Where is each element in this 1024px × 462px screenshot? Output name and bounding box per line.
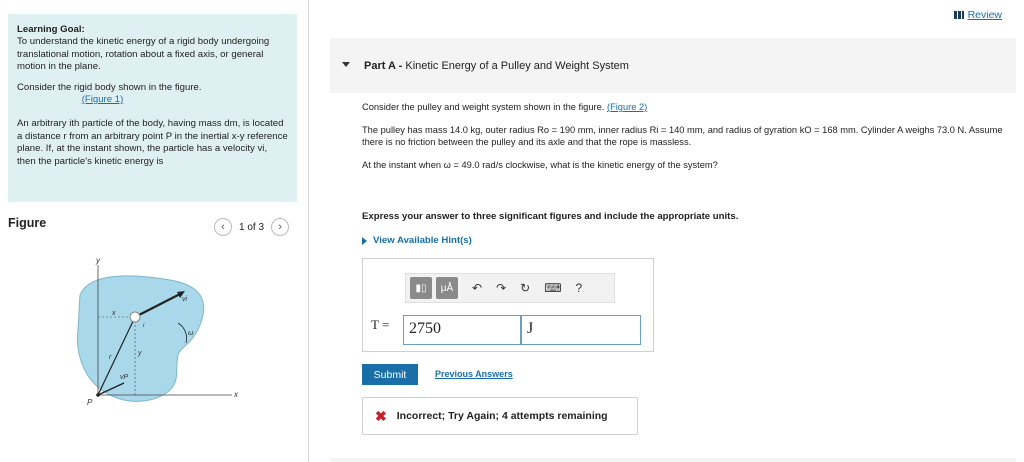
figure-pager: ‹ 1 of 3 › bbox=[214, 218, 290, 236]
figure-2-link[interactable]: (Figure 2) bbox=[607, 102, 647, 112]
reset-icon[interactable]: ↻ bbox=[520, 276, 530, 300]
problem-p3: At the instant when ω = 49.0 rad/s clock… bbox=[362, 160, 718, 170]
bottom-rule bbox=[330, 458, 1016, 462]
learning-goal-box: Learning Goal: To understand the kinetic… bbox=[8, 14, 297, 202]
feedback-box: ✖ Incorrect; Try Again; 4 attempts remai… bbox=[362, 397, 638, 435]
figure-heading: Figure bbox=[8, 216, 47, 230]
redo-icon[interactable]: ↷ bbox=[496, 276, 506, 300]
y-label: y bbox=[137, 350, 142, 357]
problem-p2: The pulley has mass 14.0 kg, outer radiu… bbox=[362, 125, 1003, 147]
previous-answers-link[interactable]: Previous Answers bbox=[435, 369, 513, 379]
y-axis-label: y bbox=[95, 256, 101, 265]
rigid-body-figure: y x P vi ω r x y vP i bbox=[76, 256, 239, 407]
expand-triangle-icon bbox=[362, 236, 367, 245]
consider-text: Consider the rigid body shown in the fig… bbox=[17, 81, 202, 93]
feedback-text: Incorrect; Try Again; 4 attempts remaini… bbox=[396, 410, 608, 422]
figure-1-link[interactable]: (Figure 1) bbox=[82, 94, 124, 105]
problem-text: Consider the pulley and weight system sh… bbox=[362, 101, 1022, 182]
submit-button[interactable]: Submit bbox=[362, 364, 418, 385]
units-button[interactable]: μÅ bbox=[436, 277, 458, 299]
help-button[interactable]: ? bbox=[576, 276, 583, 300]
left-panel: Learning Goal: To understand the kinetic… bbox=[0, 0, 309, 462]
vp-label: vP bbox=[120, 374, 129, 381]
templates-button[interactable]: ▮▯ bbox=[410, 277, 432, 299]
answer-box: ▮▯ μÅ ↶ ↷ ↻ ⌨ ? T = 2750 J bbox=[362, 258, 654, 352]
keyboard-icon[interactable]: ⌨ bbox=[544, 276, 561, 300]
omega-label: ω bbox=[188, 330, 194, 337]
review-icon bbox=[953, 11, 964, 19]
collapse-triangle-icon[interactable] bbox=[342, 62, 350, 67]
answer-instructions: Express your answer to three significant… bbox=[362, 211, 739, 222]
answer-units-input[interactable]: J bbox=[521, 315, 641, 345]
undo-icon[interactable]: ↶ bbox=[472, 276, 482, 300]
part-a-header[interactable]: Part A - Kinetic Energy of a Pulley and … bbox=[330, 38, 1016, 93]
problem-p1: Consider the pulley and weight system sh… bbox=[362, 102, 648, 112]
particle-text: An arbitrary ith particle of the body, h… bbox=[17, 118, 288, 167]
math-toolbar: ▮▯ μÅ ↶ ↷ ↻ ⌨ ? bbox=[405, 273, 615, 303]
incorrect-x-icon: ✖ bbox=[375, 407, 387, 424]
x-label: x bbox=[111, 310, 116, 317]
learning-goal-text: To understand the kinetic energy of a ri… bbox=[17, 36, 270, 73]
answer-value-input[interactable]: 2750 bbox=[403, 315, 521, 345]
point-p-label: P bbox=[87, 398, 93, 407]
x-axis-label: x bbox=[233, 390, 239, 399]
part-title: Part A - Kinetic Energy of a Pulley and … bbox=[364, 60, 629, 72]
answer-variable: T = bbox=[371, 317, 390, 332]
vi-label: vi bbox=[182, 296, 188, 303]
review-link[interactable]: Review bbox=[953, 9, 1002, 21]
next-figure-button[interactable]: › bbox=[271, 218, 290, 236]
figure-count: 1 of 3 bbox=[239, 221, 265, 233]
rigid-body-shape bbox=[76, 275, 205, 402]
right-panel: Review Part A - Kinetic Energy of a Pull… bbox=[330, 0, 1024, 462]
view-hints-link[interactable]: View Available Hint(s) bbox=[362, 235, 472, 246]
prev-figure-button[interactable]: ‹ bbox=[214, 218, 232, 236]
learning-goal-heading: Learning Goal: bbox=[17, 24, 85, 35]
